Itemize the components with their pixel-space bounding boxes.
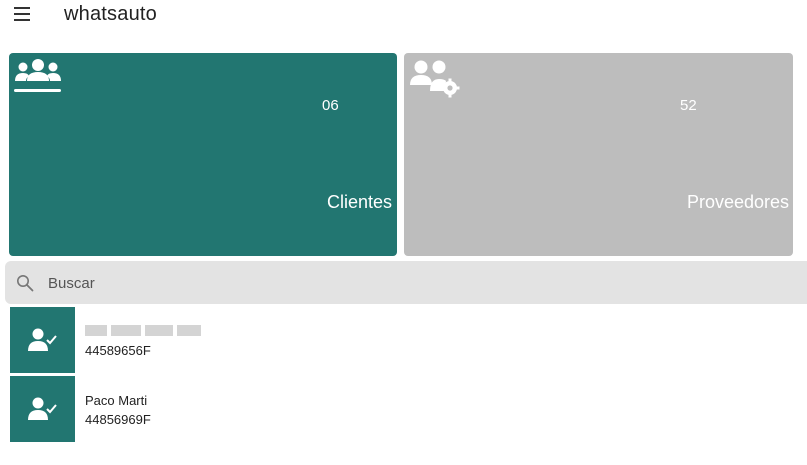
avatar <box>10 376 75 442</box>
search-input[interactable] <box>46 269 750 297</box>
person-check-icon <box>27 397 57 420</box>
list-item-name: Paco Marti <box>85 393 148 408</box>
search-bar <box>5 261 807 304</box>
hamburger-menu-icon[interactable] <box>11 4 33 24</box>
app-root: whatsauto 06 Clientes 52 Proveedores Bus… <box>0 0 807 465</box>
list-item[interactable]: Paco Marti 44856969F <box>10 376 807 442</box>
proveedores-label: Proveedores <box>686 192 789 212</box>
proveedores-card[interactable]: 52 Proveedores <box>404 53 793 256</box>
list-item[interactable]: 44589656F <box>10 307 807 373</box>
group-icon <box>14 59 61 92</box>
list-item-id: 44589656F <box>85 343 151 358</box>
avatar <box>10 307 75 373</box>
search-icon <box>17 275 34 292</box>
app-bar: whatsauto <box>0 0 807 30</box>
proveedores-count: 52 <box>680 97 697 114</box>
clientes-count: 06 <box>322 97 339 114</box>
clientes-label: Clientes <box>326 192 392 212</box>
clientes-card[interactable]: 06 Clientes <box>9 53 397 256</box>
person-check-icon <box>27 328 57 351</box>
app-title: whatsauto <box>64 3 157 25</box>
group-settings-icon <box>410 60 460 98</box>
list-item-id: 44856969F <box>85 412 151 427</box>
redacted-name <box>85 325 201 336</box>
